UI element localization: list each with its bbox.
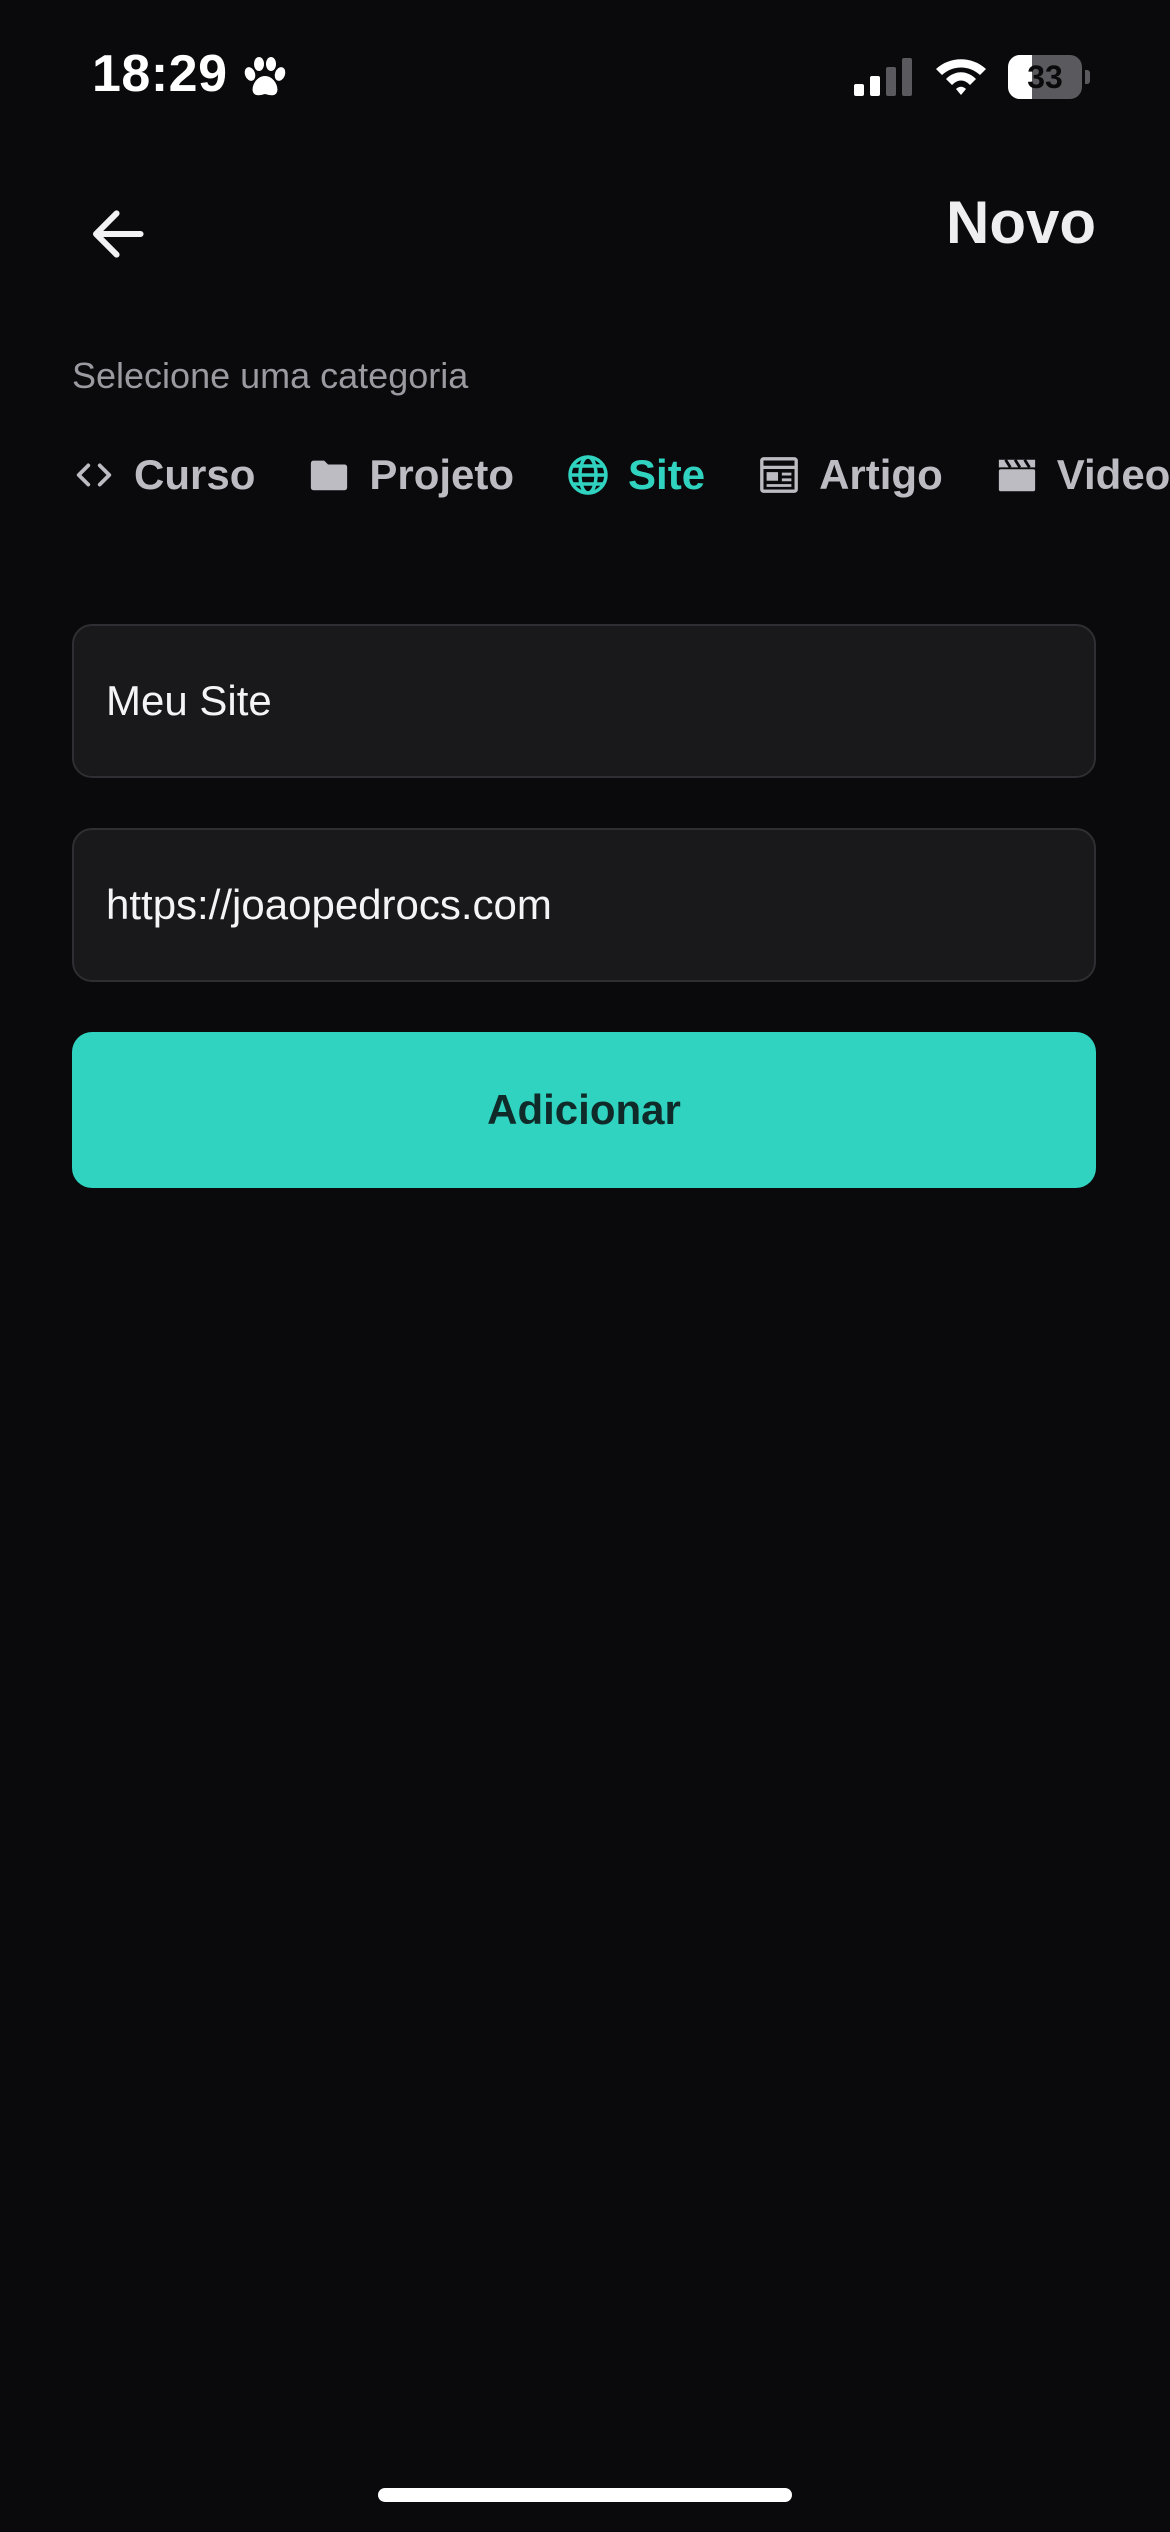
add-button[interactable]: Adicionar [72, 1032, 1096, 1188]
battery-icon: 33 [1008, 55, 1090, 99]
site-url-field[interactable] [72, 828, 1096, 982]
arrow-left-icon [93, 210, 144, 258]
cellular-signal-icon [854, 58, 914, 96]
folder-icon [307, 453, 351, 497]
back-button[interactable] [78, 192, 162, 276]
category-curso[interactable]: Curso [72, 451, 255, 499]
status-bar: 18:29 33 [0, 0, 1170, 150]
category-video[interactable]: Video [995, 451, 1170, 499]
category-label-text: Video [1056, 451, 1170, 498]
category-artigo[interactable]: Artigo [757, 451, 943, 499]
page-title: Novo [946, 189, 1096, 256]
category-projeto[interactable]: Projeto [307, 451, 514, 499]
site-name-field[interactable] [72, 624, 1096, 778]
category-site[interactable]: Site [566, 451, 705, 499]
category-label: Selecione uma categoria [72, 355, 469, 396]
category-label-text: Curso [134, 451, 256, 498]
category-label-text: Projeto [369, 451, 515, 498]
globe-icon [566, 453, 610, 497]
category-label-text: Site [628, 451, 706, 498]
category-selector[interactable]: Curso Projeto Site Artigo Video [72, 440, 1170, 510]
status-time: 18:29 [92, 45, 228, 103]
home-indicator [378, 2488, 792, 2502]
category-label-text: Artigo [819, 451, 943, 498]
paw-icon [242, 54, 288, 100]
code-icon [72, 453, 116, 497]
wifi-icon [934, 56, 988, 96]
site-name-input[interactable] [74, 626, 1094, 776]
article-icon [757, 453, 801, 497]
site-url-input[interactable] [74, 830, 1094, 980]
clapperboard-icon [995, 453, 1039, 497]
battery-level: 33 [1027, 59, 1063, 95]
